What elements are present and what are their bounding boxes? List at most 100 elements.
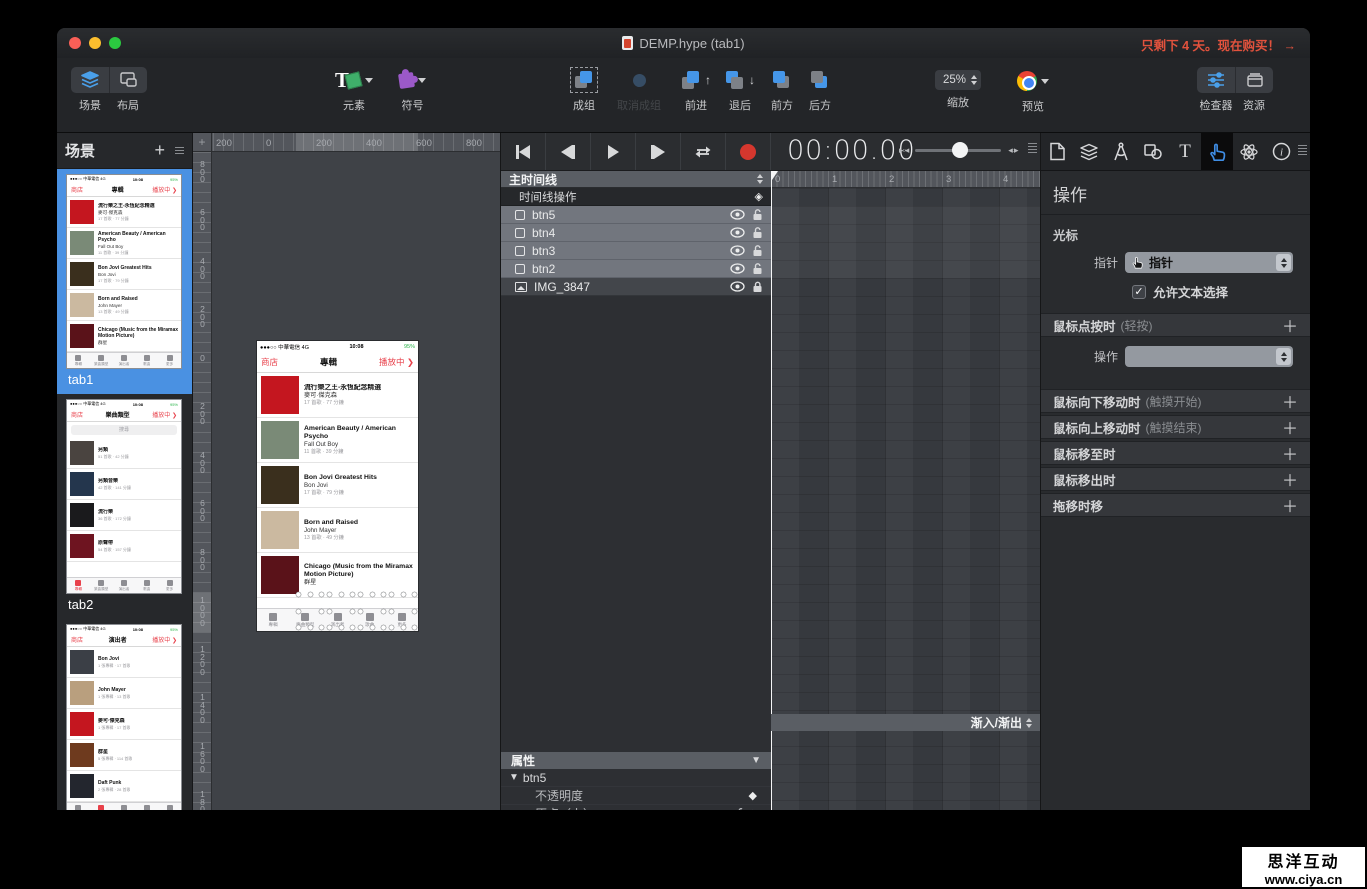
easing-curve-icon[interactable] [729,808,743,811]
selection-handles[interactable] [295,591,418,631]
action-section-header[interactable]: 鼠标移至时 ＋ [1041,441,1310,465]
lock-icon[interactable] [752,226,763,239]
jump-to-start-button[interactable] [501,133,546,170]
slider-knob[interactable] [952,142,968,158]
layer-row[interactable]: IMG_3847 [501,278,771,296]
scene-item-tab2[interactable]: ●●●○○ 中華電信 4G10:0895% 商店樂曲類型播放中 ❯ 搜尋 另類5… [57,394,192,619]
layer-row[interactable]: btn5 [501,206,771,224]
property-row[interactable]: 原点（上） ◆ [501,804,771,810]
inspector-grip[interactable] [1298,145,1307,155]
tab-document[interactable] [1041,133,1073,170]
inspector-toolbar-button[interactable] [1197,67,1235,93]
zoom-control[interactable]: 25% 缩放 [935,70,981,110]
add-scene-button[interactable]: + [154,140,165,161]
add-action-button[interactable]: ＋ [1282,389,1298,413]
lock-icon[interactable] [752,262,763,275]
transport-grip[interactable] [1028,143,1037,153]
keyframe-diamond-icon[interactable]: ◈ [755,190,763,203]
layer-name[interactable]: btn5 [532,208,723,222]
record-button[interactable] [726,133,771,170]
action-dropdown[interactable] [1125,346,1293,367]
elements-toolbar-item[interactable]: T 元素 [335,67,373,113]
scenes-toolbar-button[interactable] [71,67,109,93]
stepper-icon[interactable] [1026,718,1032,728]
visibility-eye-icon[interactable] [730,263,745,274]
visibility-eye-icon[interactable] [730,209,745,220]
visibility-eye-icon[interactable] [730,281,745,292]
cursor-dropdown[interactable]: 指针 [1125,252,1293,273]
visibility-eye-icon[interactable] [730,245,745,256]
group-button[interactable]: 成组 [573,67,595,113]
tab-actions[interactable] [1201,133,1233,170]
zoom-in-frames-icon[interactable]: ◂▫▸ [1008,145,1017,156]
layer-checkbox[interactable] [515,210,525,220]
add-action-button[interactable]: ＋ [1282,415,1298,439]
layer-name[interactable]: btn2 [532,262,723,276]
layer-checkbox[interactable] [515,246,525,256]
add-action-button[interactable]: ＋ [1282,313,1298,337]
add-action-button[interactable]: ＋ [1282,467,1298,491]
layer-row[interactable]: btn2 [501,260,771,278]
send-back-button[interactable]: 后方 [809,67,831,113]
layouts-toolbar-button[interactable] [109,67,147,93]
phone-mockup[interactable]: ●●●○○ 中華電信 4G10:0895% 商店 專輯 播放中 ❯ [257,341,418,631]
scene-item-tab3[interactable]: ●●●○○ 中華電信 4G10:0895% 商店演出者播放中 ❯ Bon Jov… [57,619,192,810]
layer-row[interactable]: btn3 [501,242,771,260]
layer-name[interactable]: btn3 [532,244,723,258]
main-timeline-header[interactable]: 主时间线 [501,171,771,188]
preview-button[interactable]: 预览 [1017,68,1049,114]
disclosure-triangle-icon[interactable]: ▼ [509,772,519,783]
scenes-list-grip[interactable] [175,147,184,154]
tab-text[interactable]: T [1169,133,1201,170]
timeline-zoom-slider[interactable]: ▸▫◂ ◂▫▸ [899,145,1017,156]
action-section-header[interactable]: 鼠标向上移动时 (触摸结束) ＋ [1041,415,1310,439]
step-back-button[interactable] [546,133,591,170]
add-action-button[interactable]: ＋ [1282,441,1298,465]
send-backward-button[interactable]: ↓ 退后 [725,67,755,113]
tab-element[interactable] [1137,133,1169,170]
layer-name[interactable]: btn4 [532,226,723,240]
keyframe-diamond-icon[interactable]: ◆ [749,789,757,802]
step-forward-button[interactable] [636,133,681,170]
play-button[interactable] [591,133,636,170]
tab-scene[interactable] [1073,133,1105,170]
keyframe-diamond-icon[interactable]: ◆ [749,807,757,810]
stage-content[interactable]: ●●●○○ 中華電信 4G10:0895% 商店 專輯 播放中 ❯ [257,341,418,631]
visibility-eye-icon[interactable] [730,227,745,238]
chevron-down-icon[interactable] [1041,79,1049,84]
layer-checkbox[interactable] [515,228,525,238]
loop-button[interactable] [681,133,726,170]
allow-text-selection-checkbox[interactable]: ✓ [1132,285,1146,299]
lock-icon[interactable] [752,244,763,257]
action-section-header[interactable]: 鼠标移出时 ＋ [1041,467,1310,491]
resources-toolbar-button[interactable] [1235,67,1273,93]
symbols-toolbar-item[interactable]: 符号 [399,67,426,113]
tab-identity[interactable]: i [1265,133,1297,170]
layer-name[interactable]: IMG_3847 [534,280,723,294]
tab-metrics[interactable] [1105,133,1137,170]
ease-in-out-header[interactable]: 渐入/渐出 [771,714,1040,731]
stepper-icon[interactable] [971,75,977,85]
timeline-actions-row[interactable]: 时间线操作 ◈ [501,188,771,206]
property-group-row[interactable]: ▼ btn5 [501,769,771,786]
bring-forward-button[interactable]: ↑ 前进 [681,67,711,113]
chevron-down-icon[interactable]: ▼ [751,755,761,766]
scene-item-tab1[interactable]: ●●●○○ 中華電信 4G10:0895% 商店專輯播放中 ❯ 流行樂之王-永恆… [57,169,192,394]
action-section-header[interactable]: 鼠标向下移动时 (触摸开始) ＋ [1041,389,1310,413]
tab-physics[interactable] [1233,133,1265,170]
properties-header[interactable]: 属性 ▼ [501,752,771,769]
timeline-switcher-stepper[interactable] [757,174,763,184]
trial-promo-link[interactable]: 只剩下 4 天。现在购买！ → [1141,35,1296,54]
add-action-button[interactable]: ＋ [1282,493,1298,517]
slider-track[interactable] [915,149,1001,152]
zoom-out-frames-icon[interactable]: ▸▫◂ [899,145,908,156]
bring-front-button[interactable]: 前方 [771,67,793,113]
on-tap-section-header[interactable]: 鼠标点按时 (轻按) ＋ [1041,313,1310,337]
lock-icon[interactable] [752,208,763,221]
action-section-header[interactable]: 拖移时移 ＋ [1041,493,1310,517]
layer-row[interactable]: btn4 [501,224,771,242]
canvas-area[interactable]: 200 0 200 400 600 800 800 600 400 200 0 … [193,133,500,810]
lock-icon[interactable] [752,280,763,293]
property-row[interactable]: 不透明度 ◆ [501,786,771,804]
layer-checkbox[interactable] [515,264,525,274]
